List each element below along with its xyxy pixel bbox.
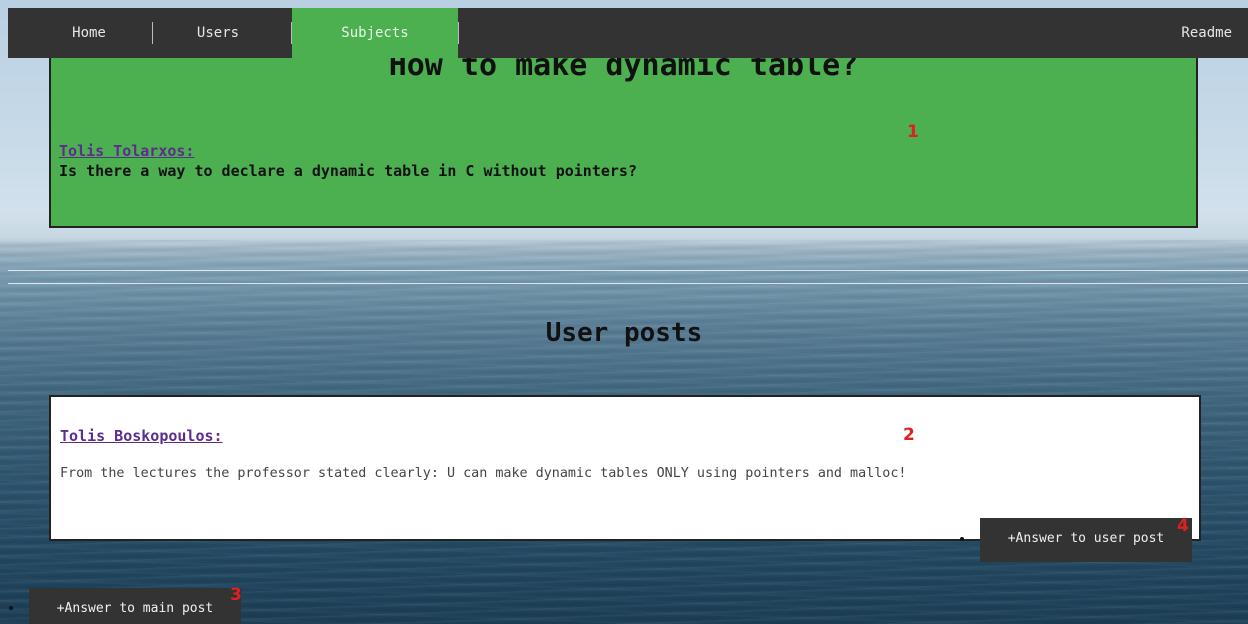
top-navbar: Home Users Subjects Readme bbox=[8, 8, 1248, 58]
main-post: How to make dynamic table? Tolis Tolarxo… bbox=[49, 48, 1198, 228]
main-post-author-link[interactable]: Tolis Tolarxos: bbox=[59, 142, 194, 160]
annotation-marker: 2 bbox=[903, 425, 915, 445]
annotation-marker: 3 bbox=[230, 585, 242, 605]
nav-separator bbox=[152, 22, 153, 44]
user-post-text: From the lectures the professor stated c… bbox=[60, 466, 907, 481]
section-title: User posts bbox=[545, 318, 703, 348]
nav-home[interactable]: Home bbox=[48, 8, 130, 58]
user-post-author-link[interactable]: Tolis Boskopoulos: bbox=[60, 427, 223, 445]
answer-user-post-button[interactable]: +Answer to user post bbox=[980, 518, 1192, 562]
answer-main-post-button[interactable]: +Answer to main post bbox=[29, 588, 241, 624]
nav-separator bbox=[458, 22, 459, 44]
nav-readme[interactable]: Readme bbox=[1152, 8, 1232, 58]
main-post-text: Is there a way to declare a dynamic tabl… bbox=[59, 162, 637, 180]
horizon-line bbox=[8, 270, 1248, 271]
annotation-marker: 1 bbox=[907, 122, 919, 142]
list-bullet bbox=[9, 606, 13, 610]
horizon-line bbox=[8, 283, 1248, 284]
list-bullet bbox=[960, 537, 964, 541]
answer-user-post-label: +Answer to user post bbox=[1007, 531, 1165, 546]
answer-main-post-label: +Answer to main post bbox=[56, 601, 214, 616]
annotation-marker: 4 bbox=[1177, 516, 1189, 536]
nav-users[interactable]: Users bbox=[158, 8, 278, 58]
nav-subjects[interactable]: Subjects bbox=[292, 8, 458, 58]
